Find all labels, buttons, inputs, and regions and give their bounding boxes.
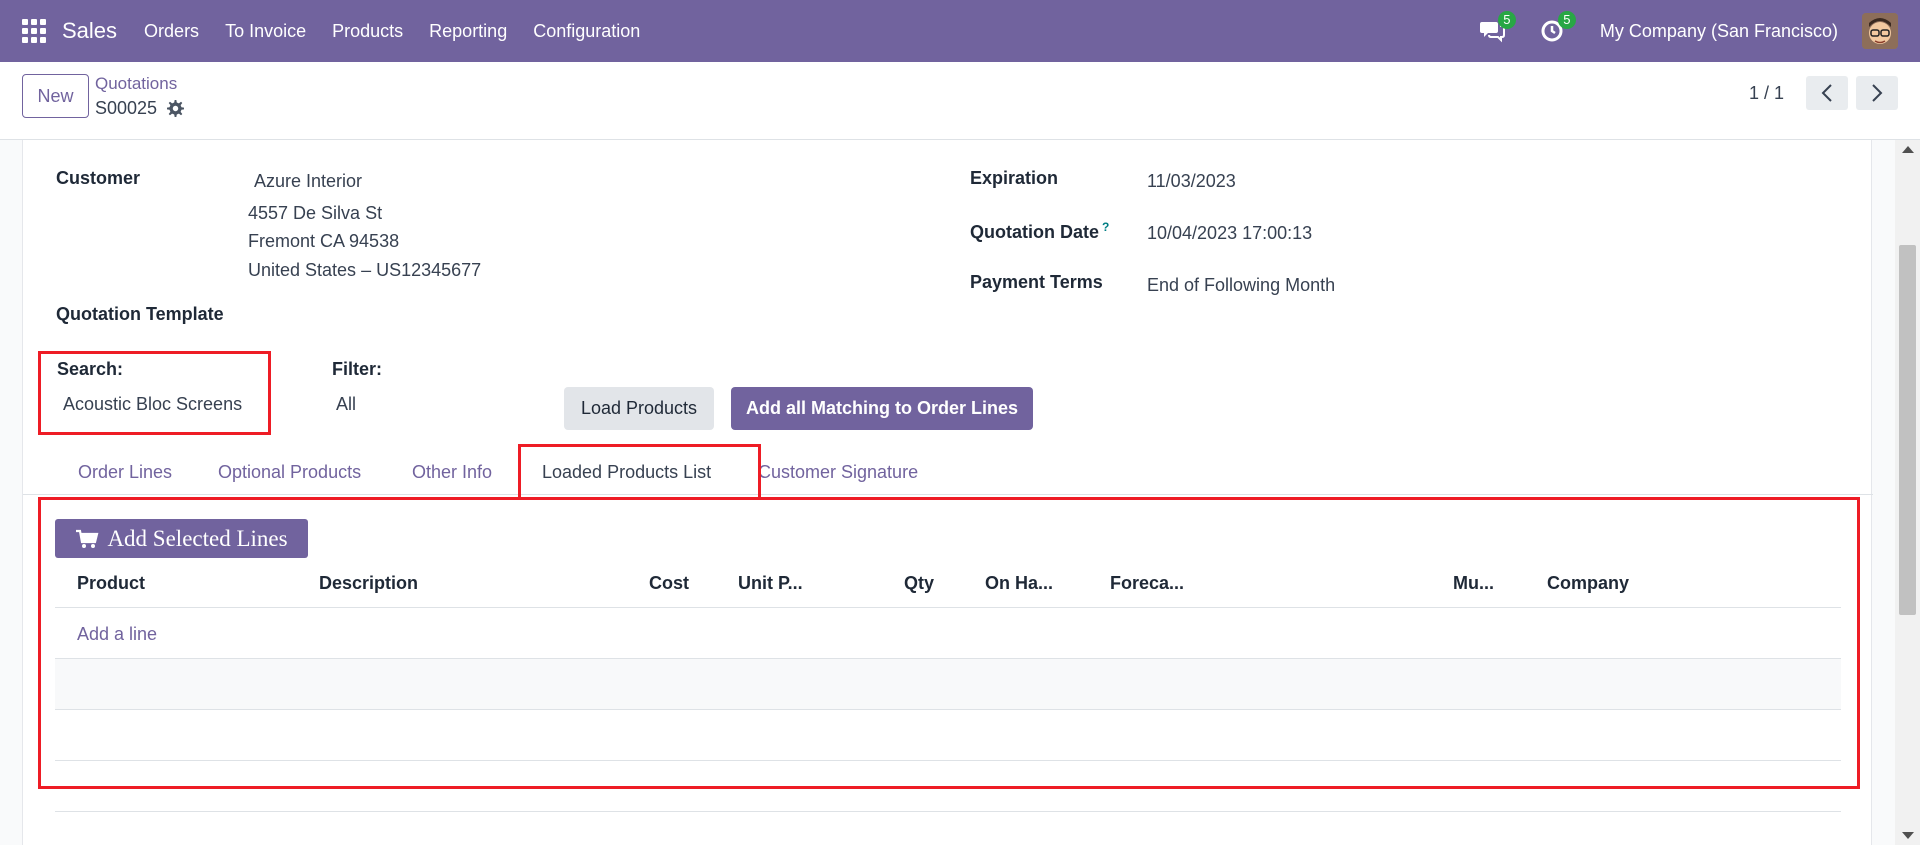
user-avatar[interactable] bbox=[1862, 13, 1898, 49]
quotation-date-label-text: Quotation Date bbox=[970, 222, 1099, 242]
expiration-label: Expiration bbox=[970, 168, 1059, 188]
add-a-line-link[interactable]: Add a line bbox=[77, 624, 157, 645]
customer-address-line-2: Fremont CA 94538 bbox=[248, 231, 400, 251]
company-switcher[interactable]: My Company (San Francisco) bbox=[1600, 21, 1838, 42]
customer-label: Customer bbox=[56, 168, 141, 188]
record-name: S00025 bbox=[95, 98, 158, 118]
app-name[interactable]: Sales bbox=[62, 18, 117, 44]
filter-label: Filter: bbox=[332, 359, 383, 379]
tab-other-info[interactable]: Other Info bbox=[412, 462, 492, 483]
expiration-field[interactable]: 11/03/2023 bbox=[1147, 171, 1236, 192]
top-navbar: Sales Orders To Invoice Products Reporti… bbox=[0, 0, 1920, 62]
apps-menu-icon[interactable] bbox=[22, 19, 46, 43]
tab-optional-products[interactable]: Optional Products bbox=[218, 462, 361, 483]
quotation-date-field[interactable]: 10/04/2023 17:00:13 bbox=[1147, 223, 1312, 244]
load-products-button[interactable]: Load Products bbox=[564, 387, 714, 430]
tab-customer-signature[interactable]: Customer Signature bbox=[758, 462, 918, 483]
add-all-matching-button[interactable]: Add all Matching to Order Lines bbox=[731, 387, 1033, 430]
table-row bbox=[55, 659, 1841, 709]
payment-terms-field[interactable]: End of Following Month bbox=[1147, 275, 1335, 296]
column-product[interactable]: Product bbox=[77, 573, 145, 594]
chevron-left-icon bbox=[1821, 84, 1832, 102]
customer-address-line-1: 4557 De Silva St bbox=[248, 203, 383, 223]
messages-button[interactable]: 5 bbox=[1478, 11, 1516, 45]
table-row-divider bbox=[55, 760, 1841, 761]
menu-reporting[interactable]: Reporting bbox=[416, 21, 520, 42]
filter-field[interactable]: All bbox=[336, 394, 356, 415]
menu-to-invoice[interactable]: To Invoice bbox=[212, 21, 319, 42]
messages-count-badge: 5 bbox=[1497, 11, 1516, 29]
menu-orders[interactable]: Orders bbox=[131, 21, 212, 42]
new-button[interactable]: New bbox=[22, 74, 89, 118]
pager-previous-button[interactable] bbox=[1806, 76, 1848, 110]
column-unit-price[interactable]: Unit P... bbox=[738, 573, 803, 594]
column-description[interactable]: Description bbox=[319, 573, 418, 594]
search-label: Search: bbox=[57, 359, 124, 379]
control-panel: New Quotations S00025 1 / 1 bbox=[0, 62, 1920, 140]
column-multi[interactable]: Mu... bbox=[1453, 573, 1494, 594]
shopping-cart-icon bbox=[76, 529, 99, 548]
table-row-divider bbox=[55, 811, 1841, 812]
record-title: S00025 bbox=[95, 98, 185, 119]
pager-next-button[interactable] bbox=[1856, 76, 1898, 110]
scrollbar-thumb[interactable] bbox=[1899, 245, 1916, 615]
menu-configuration[interactable]: Configuration bbox=[520, 21, 653, 42]
pager: 1 / 1 bbox=[1749, 76, 1898, 110]
tab-order-lines[interactable]: Order Lines bbox=[78, 462, 172, 483]
column-forecast[interactable]: Foreca... bbox=[1110, 573, 1184, 594]
column-qty[interactable]: Qty bbox=[904, 573, 934, 594]
column-company[interactable]: Company bbox=[1547, 573, 1629, 594]
activities-button[interactable]: 5 bbox=[1538, 11, 1576, 45]
gear-icon[interactable] bbox=[167, 100, 185, 117]
menu-products[interactable]: Products bbox=[319, 21, 416, 42]
vertical-scrollbar[interactable] bbox=[1895, 140, 1920, 845]
tabs-divider bbox=[23, 494, 1873, 495]
form-sheet: Customer Azure Interior 4557 De Silva St… bbox=[22, 140, 1873, 845]
add-selected-lines-label: Add Selected Lines bbox=[107, 525, 288, 551]
help-tooltip-icon[interactable]: ? bbox=[1102, 220, 1109, 234]
user-avatar-icon bbox=[1862, 13, 1898, 49]
table-header-divider bbox=[55, 607, 1841, 608]
payment-terms-label: Payment Terms bbox=[970, 272, 1103, 292]
customer-address-line-3: United States – US12345677 bbox=[248, 260, 482, 280]
column-cost[interactable]: Cost bbox=[649, 573, 689, 594]
add-selected-lines-button[interactable]: Add Selected Lines bbox=[55, 519, 308, 558]
chevron-right-icon bbox=[1872, 84, 1883, 102]
customer-field[interactable]: Azure Interior bbox=[254, 171, 362, 192]
scroll-up-arrow-icon[interactable] bbox=[1902, 146, 1914, 153]
quotation-template-label: Quotation Template bbox=[56, 304, 224, 324]
pager-value[interactable]: 1 / 1 bbox=[1749, 83, 1784, 104]
tab-loaded-products-list[interactable]: Loaded Products List bbox=[542, 462, 711, 483]
breadcrumb-quotations[interactable]: Quotations bbox=[95, 74, 177, 94]
activities-count-badge: 5 bbox=[1557, 11, 1576, 29]
scroll-down-arrow-icon[interactable] bbox=[1902, 832, 1914, 839]
column-on-hand[interactable]: On Ha... bbox=[985, 573, 1053, 594]
quotation-date-label: Quotation Date? bbox=[970, 220, 1109, 243]
highlight-loaded-products-list bbox=[38, 497, 1860, 789]
table-row-divider bbox=[55, 709, 1841, 710]
search-field[interactable]: Acoustic Bloc Screens bbox=[63, 394, 242, 415]
